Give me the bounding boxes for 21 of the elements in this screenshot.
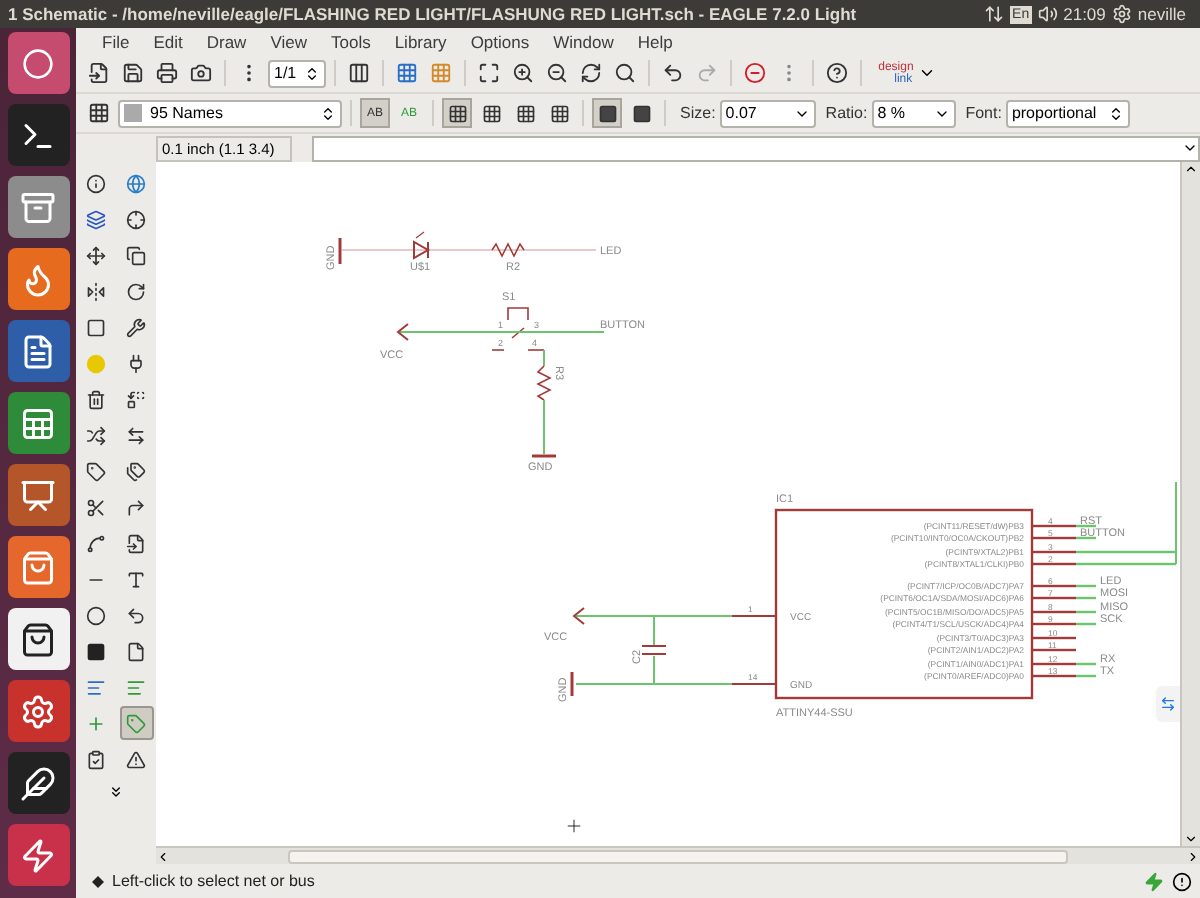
- window-title: 1 Schematic - /home/neville/eagle/FLASHING RED LIGHT/FLASHUNG RED LIGHT.sch - EAGLE 7.2.0 Light: [8, 4, 859, 24]
- menu-item[interactable]: Tools: [318, 31, 383, 51]
- ratio-label: Ratio:: [825, 104, 868, 122]
- menu-item[interactable]: File: [90, 31, 142, 51]
- menu-item[interactable]: Library: [382, 31, 459, 51]
- menu-item[interactable]: View: [258, 31, 319, 51]
- size-field[interactable]: 0.07: [719, 99, 816, 127]
- status-message: Left-click to select net or bus: [112, 872, 317, 890]
- menu-item[interactable]: Help: [625, 31, 685, 51]
- menu-item[interactable]: Window: [541, 31, 626, 51]
- sheet-selector[interactable]: 1/1: [268, 59, 327, 87]
- size-label: Size:: [680, 104, 716, 122]
- font-label: Font:: [965, 104, 1002, 122]
- ratio-field[interactable]: 8 %: [871, 99, 956, 127]
- layer-dropdown[interactable]: 95 Names: [118, 99, 342, 127]
- user-name[interactable]: neville: [1137, 4, 1186, 24]
- menu-item[interactable]: Options: [458, 31, 542, 51]
- menu-item[interactable]: Draw: [194, 31, 259, 51]
- clock[interactable]: 21:09: [1063, 4, 1106, 24]
- font-dropdown[interactable]: proportional: [1005, 99, 1130, 127]
- menu-item[interactable]: Edit: [141, 31, 195, 51]
